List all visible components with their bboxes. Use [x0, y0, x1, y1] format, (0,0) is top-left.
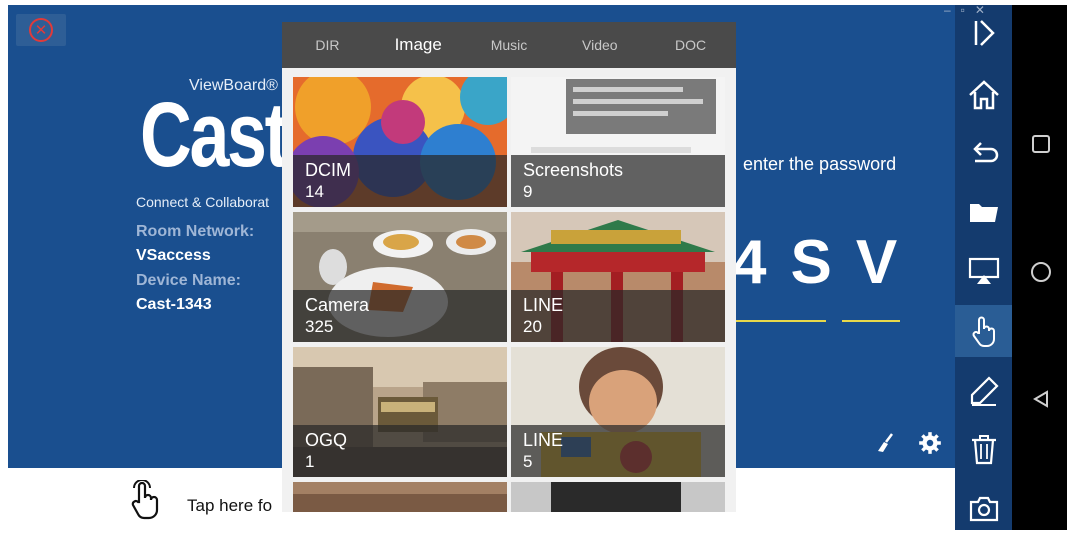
- window-controls[interactable]: ‒▫✕: [944, 3, 995, 17]
- broom-icon[interactable]: [870, 431, 898, 462]
- folder-caption: Screenshots 9: [511, 155, 725, 207]
- folder-count: 325: [305, 317, 334, 336]
- tab-music[interactable]: Music: [464, 22, 555, 68]
- settings-gear-icon[interactable]: [916, 430, 944, 463]
- folder-name: Screenshots: [523, 160, 624, 180]
- folder-caption: OGQ 1: [293, 425, 507, 477]
- touch-icon: [972, 316, 995, 347]
- folder-name: DCIM: [305, 160, 351, 180]
- recents-button[interactable]: [1030, 133, 1052, 155]
- app-actions: [870, 430, 944, 463]
- touch-mode-button[interactable]: [955, 305, 1012, 357]
- pen-icon: [970, 376, 999, 406]
- folder-name: OGQ: [305, 430, 348, 450]
- folder-count: 9: [523, 182, 533, 201]
- brand-title: Cast: [140, 84, 289, 186]
- device-name-label: Device Name:: [136, 272, 241, 289]
- folder-caption: LINE 20: [511, 290, 725, 342]
- folder-caption: LINE 5: [511, 425, 725, 477]
- screen-share-button[interactable]: [955, 245, 1012, 297]
- trash-icon: [971, 435, 996, 465]
- device-name-value: Cast-1343: [136, 296, 212, 313]
- android-back-button[interactable]: [1030, 388, 1052, 410]
- tab-dir[interactable]: DIR: [282, 22, 373, 68]
- folder-name: LINE: [523, 295, 564, 315]
- password-hint: enter the password: [743, 154, 897, 174]
- connection-code: 4SV: [732, 228, 922, 297]
- folder-tile-dcim[interactable]: DCIM 14: [293, 77, 507, 207]
- media-picker: DIR Image Music Video DOC DCIM 14 Screen…: [282, 22, 736, 512]
- folder-tile-partial[interactable]: [293, 482, 507, 512]
- code-underline: [842, 320, 900, 322]
- tab-image[interactable]: Image: [373, 22, 464, 68]
- folder-count: 14: [305, 182, 324, 201]
- folder-count: 20: [523, 317, 542, 336]
- screen: ✕ ViewBoard® Cast Connect & Collaborat R…: [0, 0, 1067, 535]
- folder-caption: Camera 325: [293, 290, 507, 342]
- folder-button[interactable]: [955, 185, 1012, 237]
- home-icon: [968, 80, 999, 110]
- airplay-icon: [968, 257, 999, 284]
- folder-name: LINE: [523, 430, 564, 450]
- right-toolbar: [955, 5, 1012, 530]
- home-circle-icon: [1031, 262, 1051, 282]
- folder-tile-partial[interactable]: [511, 482, 725, 512]
- annotate-button[interactable]: [955, 365, 1012, 417]
- code-underline: [768, 320, 826, 322]
- folder-tile-camera[interactable]: Camera 325: [293, 212, 507, 342]
- tab-video[interactable]: Video: [554, 22, 645, 68]
- folder-count: 5: [523, 452, 533, 471]
- camera-icon: [969, 496, 998, 522]
- android-home-button[interactable]: [1030, 261, 1052, 283]
- folder-caption: DCIM 14: [293, 155, 507, 207]
- room-network-value: VSaccess: [136, 247, 211, 264]
- tap-here-text[interactable]: Tap here fo: [187, 496, 272, 516]
- hand-tap-icon: [131, 480, 159, 520]
- brand-tagline: Connect & Collaborat: [136, 194, 270, 210]
- tab-doc[interactable]: DOC: [645, 22, 736, 68]
- folder-thumbnail: [293, 482, 507, 512]
- picker-tabs: DIR Image Music Video DOC: [282, 22, 736, 68]
- folder-name: Camera: [305, 295, 370, 315]
- android-navigation-bar: [1012, 5, 1067, 530]
- room-network-label: Room Network:: [136, 223, 255, 240]
- back-triangle-icon: [1033, 390, 1048, 408]
- folder-thumbnail: [511, 482, 725, 512]
- back-icon: [972, 142, 998, 163]
- folder-tile-line[interactable]: LINE 20: [511, 212, 725, 342]
- folder-tile-screenshots[interactable]: Screenshots 9: [511, 77, 725, 207]
- home-button[interactable]: [955, 69, 1012, 121]
- screenshot-button[interactable]: [955, 483, 1012, 535]
- folder-count: 1: [305, 452, 315, 471]
- close-button[interactable]: ✕: [16, 14, 66, 46]
- recents-icon: [1032, 135, 1050, 153]
- folder-icon: [969, 204, 998, 222]
- close-icon: ✕: [29, 18, 53, 42]
- collapse-icon: [974, 20, 995, 46]
- folder-tile-line[interactable]: LINE 5: [511, 347, 725, 477]
- delete-button[interactable]: [955, 423, 1012, 475]
- back-button[interactable]: [955, 128, 1012, 180]
- folder-tile-ogq[interactable]: OGQ 1: [293, 347, 507, 477]
